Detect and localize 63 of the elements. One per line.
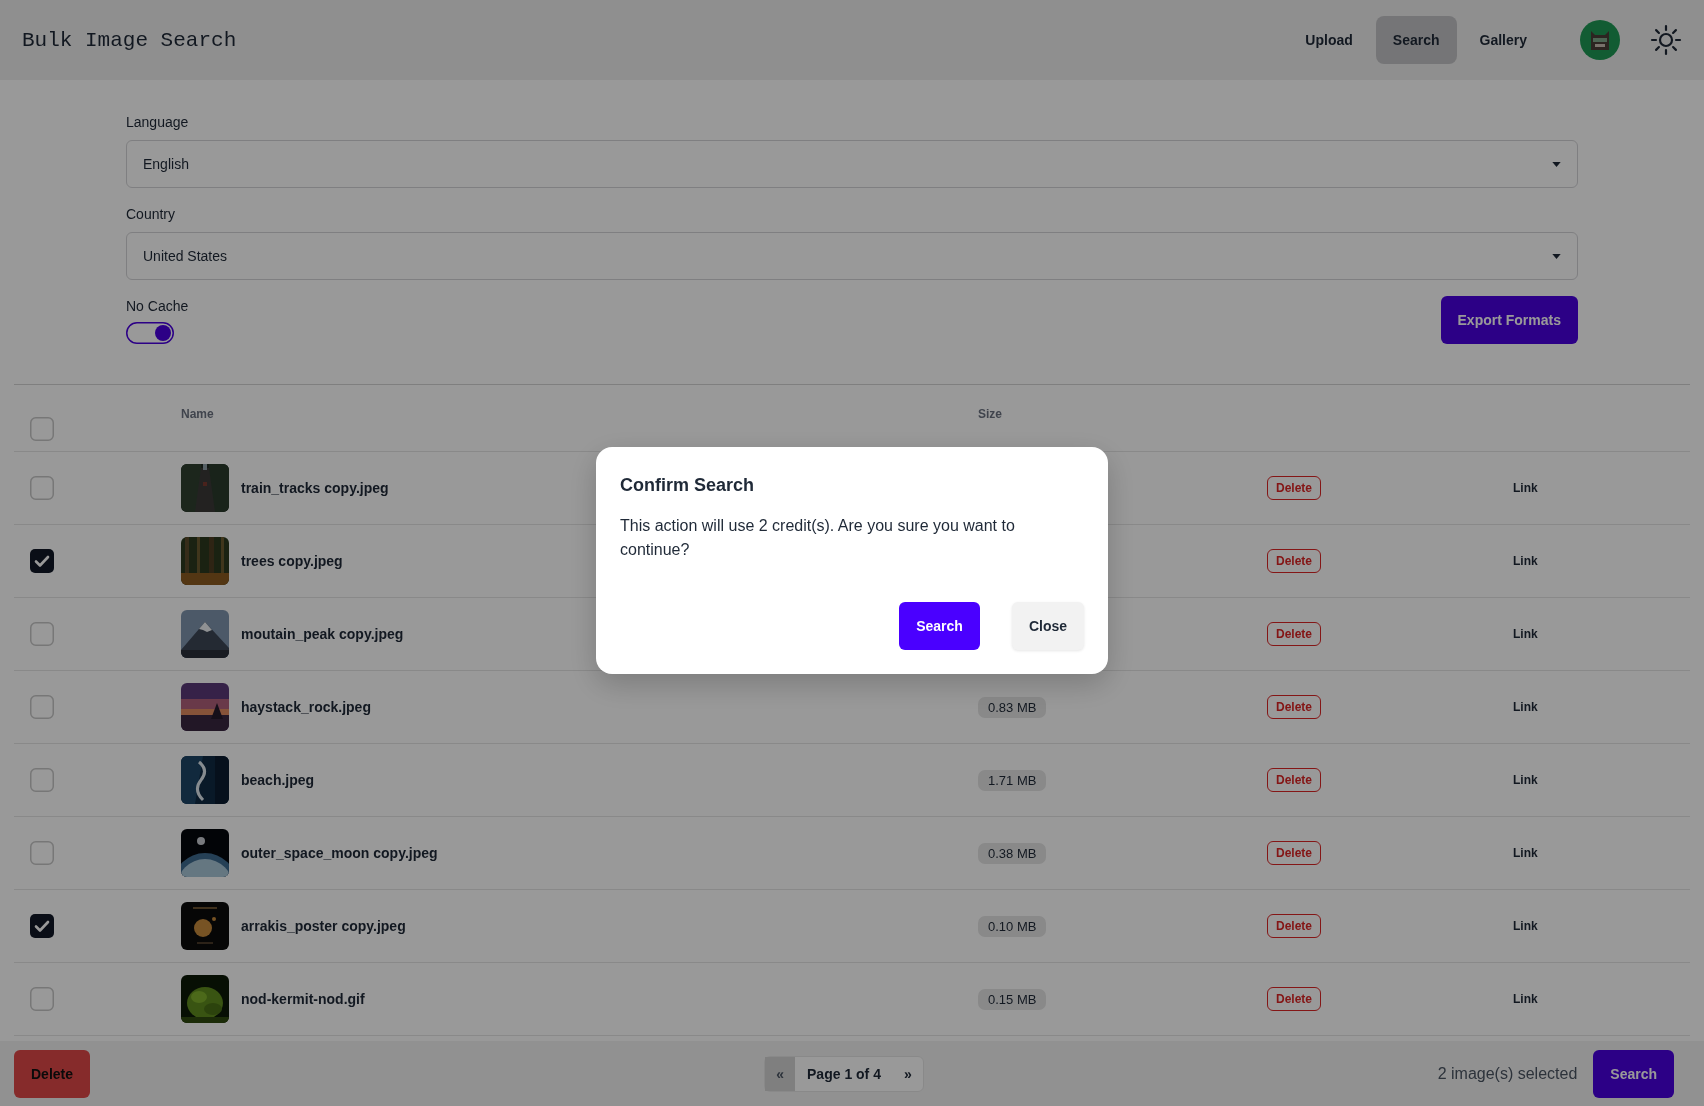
file-name: moutain_peak copy.jpeg xyxy=(241,626,404,642)
checkbox[interactable] xyxy=(30,622,54,646)
dropdown-caret-icon xyxy=(1552,253,1561,259)
link[interactable]: Link xyxy=(1513,992,1538,1006)
page-indicator: Page 1 of 4 xyxy=(806,1065,882,1082)
select-field[interactable]: United States xyxy=(126,232,1578,280)
toggle-switch[interactable] xyxy=(126,322,174,344)
dialog-title: Confirm Search xyxy=(620,475,756,496)
checkbox[interactable] xyxy=(30,914,54,938)
export-formats-button[interactable]: Export Formats xyxy=(1440,296,1578,344)
link[interactable]: Link xyxy=(1513,627,1538,641)
link[interactable]: Link xyxy=(1513,481,1538,495)
file-name: haystack_rock.jpeg xyxy=(241,699,371,715)
file-name: trees copy.jpeg xyxy=(241,553,343,569)
file-size: 0.10 MB xyxy=(978,915,1047,937)
checkbox[interactable] xyxy=(30,841,54,865)
column-header: Size xyxy=(978,407,1003,421)
field-label: Language xyxy=(126,114,190,130)
link[interactable]: Link xyxy=(1513,554,1538,568)
nav-tab[interactable]: Upload xyxy=(1288,16,1370,64)
delete-button[interactable]: Delete xyxy=(1267,914,1322,938)
file-name: nod-kermit-nod.gif xyxy=(241,991,365,1007)
field-label: Country xyxy=(126,206,177,222)
checkbox[interactable] xyxy=(30,549,54,573)
file-name: train_tracks copy.jpeg xyxy=(241,480,389,496)
dropdown-caret-icon xyxy=(1552,161,1561,167)
dialog-message: This action will use 2 credit(s). Are you sure you want to continue? xyxy=(620,516,1016,560)
checkbox[interactable] xyxy=(30,768,54,792)
theme-toggle-icon[interactable] xyxy=(1650,24,1682,56)
checkbox[interactable] xyxy=(30,476,54,500)
app-title: Bulk Image Search xyxy=(22,28,237,52)
nav-tab[interactable]: Gallery xyxy=(1462,16,1544,64)
file-name: arrakis_poster copy.jpeg xyxy=(241,918,406,934)
file-name: outer_space_moon copy.jpeg xyxy=(241,845,438,861)
file-name: beach.jpeg xyxy=(241,772,315,788)
confirm-search-button[interactable]: Search xyxy=(899,602,980,650)
checkbox[interactable] xyxy=(30,417,54,441)
avatar-icon[interactable] xyxy=(1580,20,1620,60)
delete-button[interactable]: Delete xyxy=(1267,622,1322,646)
column-header: Name xyxy=(181,407,215,421)
link[interactable]: Link xyxy=(1513,919,1538,933)
link[interactable]: Link xyxy=(1513,700,1538,714)
select-field[interactable]: English xyxy=(126,140,1578,188)
delete-button[interactable]: Delete xyxy=(1267,695,1322,719)
selection-count: 2 image(s) selected xyxy=(1437,1064,1578,1083)
link[interactable]: Link xyxy=(1513,773,1538,787)
file-size: 0.15 MB xyxy=(978,988,1047,1010)
file-size: 0.38 MB xyxy=(978,842,1047,864)
delete-button[interactable]: Delete xyxy=(1267,549,1322,573)
close-button[interactable]: Close xyxy=(1011,602,1084,650)
link[interactable]: Link xyxy=(1513,846,1538,860)
checkbox[interactable] xyxy=(30,695,54,719)
nav-tab[interactable]: Search xyxy=(1375,16,1457,64)
delete-button[interactable]: Delete xyxy=(1267,476,1322,500)
checkbox[interactable] xyxy=(30,987,54,1011)
field-label: No Cache xyxy=(126,298,189,314)
search-button[interactable]: Search xyxy=(1593,1049,1674,1098)
next-page-button[interactable]: » xyxy=(892,1056,923,1091)
file-size: 1.71 MB xyxy=(978,769,1047,791)
delete-button[interactable]: Delete xyxy=(1267,768,1322,792)
delete-button[interactable]: Delete xyxy=(1267,841,1322,865)
delete-button[interactable]: Delete xyxy=(1267,987,1322,1011)
file-size: 0.83 MB xyxy=(978,696,1047,718)
